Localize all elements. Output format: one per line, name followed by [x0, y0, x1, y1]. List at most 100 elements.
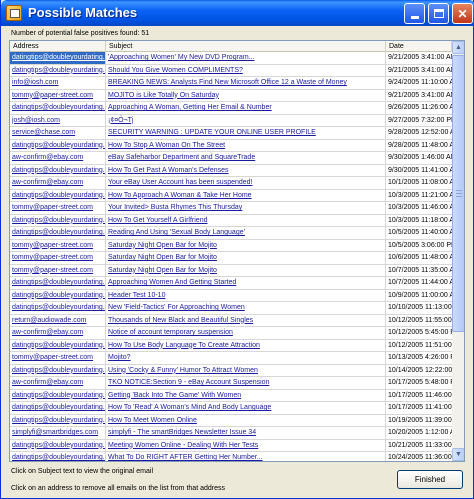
vertical-scrollbar[interactable]: ▲ ▼: [452, 41, 464, 461]
scroll-thumb[interactable]: [452, 55, 464, 332]
address-link[interactable]: service@chase.com: [10, 127, 106, 139]
address-link[interactable]: aw-confirm@ebay.com: [10, 152, 106, 164]
subject-link[interactable]: Saturday Night Open Bar for Mojito: [106, 264, 386, 277]
subject-link[interactable]: 'Approaching Women' My New DVD Program..…: [106, 52, 386, 64]
table-row: datingtips@doubleyourdating.comHow To Ap…: [10, 189, 452, 202]
address-link[interactable]: datingtips@doubleyourdating.com: [10, 414, 106, 427]
address-link[interactable]: datingtips@doubleyourdating.com: [10, 339, 106, 352]
subject-link[interactable]: Saturday Night Open Bar for Mojito: [106, 252, 386, 264]
table-row: tommy@paper-street.com Saturday Night Ope…: [10, 264, 452, 277]
table-row: datingtips@doubleyourdating.comHow To Ge…: [10, 164, 452, 177]
address-link[interactable]: datingtips@doubleyourdating.com: [10, 439, 106, 452]
address-link[interactable]: datingtips@doubleyourdating.com: [10, 64, 106, 77]
subject-link[interactable]: Reading And Using 'Sexual Body Language': [106, 227, 386, 239]
subject-link[interactable]: eBay Safeharbor Department and SquareTra…: [106, 152, 386, 164]
column-header-date[interactable]: Date: [386, 41, 452, 52]
address-link[interactable]: tommy@paper-street.com: [10, 264, 106, 277]
subject-link[interactable]: How To Meet Women Online: [106, 414, 386, 427]
table-row: tommy@paper-street.com Saturday Night Ope…: [10, 239, 452, 252]
address-link[interactable]: datingtips@doubleyourdating.com: [10, 302, 106, 314]
address-link[interactable]: datingtips@doubleyourdating.com: [10, 102, 106, 114]
subject-link[interactable]: How To Approach A Woman & Take Her Home: [106, 189, 386, 202]
table-row: datingtips@doubleyourdating.com'Approach…: [10, 52, 452, 65]
subject-link[interactable]: Your Invited> Busta Rhymes This Thursday: [106, 202, 386, 214]
scroll-up-arrow-icon: ▲: [455, 44, 462, 51]
subject-link[interactable]: Getting 'Back Into The Game' With Women: [106, 389, 386, 402]
subject-link[interactable]: How To Get Past A Woman's Defenses: [106, 164, 386, 177]
subject-link[interactable]: Meeting Women Online - Dealing With Her …: [106, 439, 386, 452]
address-link[interactable]: datingtips@doubleyourdating.com: [10, 389, 106, 402]
subject-link[interactable]: How To Stop A Woman On The Street: [106, 139, 386, 152]
address-link[interactable]: datingtips@doubleyourdating.com: [10, 402, 106, 414]
subject-link[interactable]: simplyfi - The smartBridges Newsletter I…: [106, 427, 386, 439]
subject-link[interactable]: MOJITO is Like Totally On Saturday: [106, 89, 386, 102]
table-row: tommy@paper-street.com Mojito? 10/13/2005 …: [10, 352, 452, 365]
title-bar[interactable]: Possible Matches ✕: [1, 0, 474, 26]
date-cell: 9/26/2005 11:26:00 AM: [388, 104, 452, 111]
date-cell: 10/3/2005 11:18:00 AM: [388, 216, 452, 224]
address-link[interactable]: simplyfi@smartbridges.com: [10, 427, 106, 439]
date-cell: 9/21/2005 3:41:00 AM: [388, 66, 452, 74]
scroll-up-button[interactable]: ▲: [452, 41, 464, 54]
address-link[interactable]: tommy@paper-street.com: [10, 252, 106, 264]
address-link[interactable]: datingtips@doubleyourdating.com: [10, 164, 106, 177]
close-button[interactable]: ✕: [452, 3, 473, 24]
address-link[interactable]: datingtips@doubleyourdating.com: [10, 52, 106, 64]
finished-button[interactable]: Finished: [397, 470, 463, 489]
scroll-down-arrow-icon: ▼: [455, 451, 462, 458]
address-link[interactable]: datingtips@doubleyourdating.com: [10, 139, 106, 152]
address-link[interactable]: datingtips@doubleyourdating.com: [10, 452, 106, 461]
subject-link[interactable]: TKO NOTICE:Section 9 - eBay Account Susp…: [106, 377, 386, 389]
column-header-subject[interactable]: Subject: [106, 41, 386, 52]
table-row: datingtips@doubleyourdating.comUsing 'Co…: [10, 364, 452, 377]
address-link[interactable]: datingtips@doubleyourdating.com: [10, 214, 106, 227]
address-link[interactable]: josh@iosh.com: [10, 114, 106, 127]
table-row: datingtips@doubleyourdating.comApproachi…: [10, 102, 452, 115]
address-link[interactable]: aw-confirm@ebay.com: [10, 327, 106, 339]
address-link[interactable]: aw-confirm@ebay.com: [10, 177, 106, 189]
subject-link[interactable]: Saturday Night Open Bar for Mojito: [106, 239, 386, 252]
date-cell: 10/14/2005 12:22:00 PM: [388, 366, 452, 374]
address-link[interactable]: datingtips@doubleyourdating.com: [10, 289, 106, 302]
subject-link[interactable]: SECURITY WARNING : UPDATE YOUR ONLINE US…: [106, 127, 386, 139]
address-link[interactable]: datingtips@doubleyourdating.com: [10, 227, 106, 239]
table-row: tommy@paper-street.com Saturday Night Ope…: [10, 252, 452, 265]
subject-link[interactable]: Notice of account temporary suspension: [106, 327, 386, 339]
address-link[interactable]: tommy@paper-street.com: [10, 202, 106, 214]
date-cell: 9/28/2005 11:48:00 AM: [388, 141, 452, 149]
table-row: datingtips@doubleyourdating.comGetting '…: [10, 389, 452, 402]
app-window-icon[interactable]: [6, 5, 22, 21]
address-link[interactable]: aw-confirm@ebay.com: [10, 377, 106, 389]
scroll-down-button[interactable]: ▼: [452, 448, 464, 461]
address-link[interactable]: datingtips@doubleyourdating.com: [10, 277, 106, 289]
address-link[interactable]: datingtips@doubleyourdating.com: [10, 364, 106, 377]
subject-link[interactable]: How To Use Body Language To Create Attra…: [106, 339, 386, 352]
subject-link[interactable]: Approaching Women And Getting Started: [106, 277, 386, 289]
maximize-button[interactable]: [428, 3, 449, 24]
date-cell: 10/3/2005 11:46:00 AM: [388, 204, 452, 211]
table-row: service@chase.com SECURITY WARNING : UPDA…: [10, 127, 452, 140]
address-link[interactable]: return@audiowade.com: [10, 314, 106, 327]
subject-link[interactable]: Mojito?: [106, 352, 386, 364]
subject-link[interactable]: BREAKING NEWS: Analysts Find New Microso…: [106, 77, 386, 89]
subject-link[interactable]: New 'Field-Tactics' For Approaching Wome…: [106, 302, 386, 314]
subject-link[interactable]: How To 'Read' A Woman's Mind And Body La…: [106, 402, 386, 414]
subject-link[interactable]: Thousands of New Black and Beautiful Sin…: [106, 314, 386, 327]
subject-link[interactable]: Approaching A Woman, Getting Her Email &…: [106, 102, 386, 114]
address-link[interactable]: tommy@paper-street.com: [10, 89, 106, 102]
address-link[interactable]: tommy@paper-street.com: [10, 239, 106, 252]
address-link[interactable]: tommy@paper-street.com: [10, 352, 106, 364]
address-link[interactable]: info@iosh.com: [10, 77, 106, 89]
subject-link[interactable]: ¡¢¤Ö¬Tj: [106, 114, 386, 127]
subject-link[interactable]: Should You Give Women COMPLIMENTS?: [106, 64, 386, 77]
minimize-button[interactable]: [404, 3, 425, 24]
subject-link[interactable]: How To Get Yourself A Girlfriend: [106, 214, 386, 227]
subject-link[interactable]: Your eBay User Account has been suspende…: [106, 177, 386, 189]
subject-link[interactable]: What To Do RIGHT AFTER Getting Her Numbe…: [106, 452, 386, 461]
table-row: tommy@paper-street.com MOJITO is Like Tot…: [10, 89, 452, 102]
subject-link[interactable]: Header Test 10-10: [106, 289, 386, 302]
column-header-address[interactable]: Address: [10, 41, 106, 52]
date-cell: 9/30/2005 11:41:00 AM: [388, 166, 452, 174]
address-link[interactable]: datingtips@doubleyourdating.com: [10, 189, 106, 202]
subject-link[interactable]: Using 'Cocky & Funny' Humor To Attract W…: [106, 364, 386, 377]
